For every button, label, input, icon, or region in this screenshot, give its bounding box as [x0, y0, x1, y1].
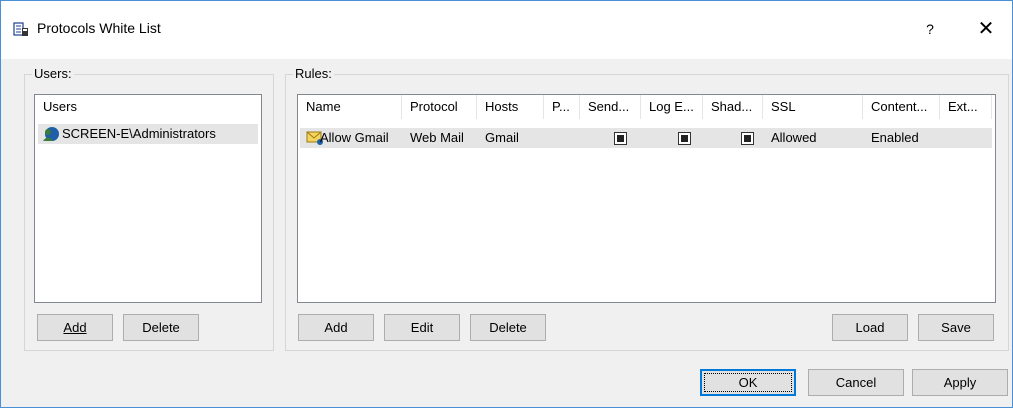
shadow-checkbox[interactable] — [741, 132, 754, 145]
users-list-item[interactable]: SCREEN-E\Administrators — [38, 124, 258, 144]
rules-delete-button[interactable]: Delete — [470, 314, 546, 341]
column-header-hosts[interactable]: Hosts — [477, 95, 544, 119]
rule-hosts: Gmail — [485, 130, 519, 145]
users-group-label: Users: — [32, 66, 74, 81]
column-header-shadow[interactable]: Shad... — [703, 95, 763, 119]
title-bar: Protocols White List ? ✕ — [1, 1, 1012, 59]
rules-load-button[interactable]: Load — [832, 314, 908, 341]
list-document-icon — [13, 22, 28, 36]
users-add-button[interactable]: Add — [37, 314, 113, 341]
rules-table[interactable]: Name Protocol Hosts P... Send... Log E..… — [297, 94, 996, 303]
column-header-ext[interactable]: Ext... — [940, 95, 992, 119]
cancel-button[interactable]: Cancel — [808, 369, 904, 396]
user-group-icon — [43, 127, 59, 141]
column-header-log[interactable]: Log E... — [641, 95, 703, 119]
users-delete-button[interactable]: Delete — [123, 314, 199, 341]
rules-group-label: Rules: — [293, 66, 334, 81]
column-header-content[interactable]: Content... — [863, 95, 940, 119]
window-title: Protocols White List — [37, 20, 161, 36]
column-header-protocol[interactable]: Protocol — [402, 95, 477, 119]
send-checkbox[interactable] — [614, 132, 627, 145]
ok-button[interactable]: OK — [700, 369, 796, 396]
log-checkbox[interactable] — [678, 132, 691, 145]
users-add-label: Add — [63, 320, 87, 335]
rules-edit-button[interactable]: Edit — [384, 314, 460, 341]
close-button[interactable]: ✕ — [963, 13, 1009, 45]
users-list[interactable]: Users SCREEN-E\Administrators — [34, 94, 262, 303]
protocols-white-list-dialog: Protocols White List ? ✕ Users: Users SC… — [0, 0, 1013, 408]
column-header-send[interactable]: Send... — [580, 95, 641, 119]
apply-button[interactable]: Apply — [912, 369, 1008, 396]
column-header-name[interactable]: Name — [298, 95, 402, 119]
rules-add-button[interactable]: Add — [298, 314, 374, 341]
rule-content: Enabled — [871, 130, 919, 145]
users-list-item-label: SCREEN-E\Administrators — [62, 126, 216, 141]
column-header-p[interactable]: P... — [544, 95, 580, 119]
rule-name: Allow Gmail — [320, 130, 389, 145]
column-header-ssl[interactable]: SSL — [763, 95, 863, 119]
rules-save-button[interactable]: Save — [918, 314, 994, 341]
rule-ssl: Allowed — [771, 130, 817, 145]
table-row[interactable]: Allow Gmail Web Mail Gmail Allowed Enabl… — [300, 128, 992, 148]
focus-rect — [704, 373, 792, 392]
users-column-header[interactable]: Users — [35, 95, 258, 119]
rule-protocol: Web Mail — [410, 130, 464, 145]
help-button[interactable]: ? — [907, 13, 953, 45]
